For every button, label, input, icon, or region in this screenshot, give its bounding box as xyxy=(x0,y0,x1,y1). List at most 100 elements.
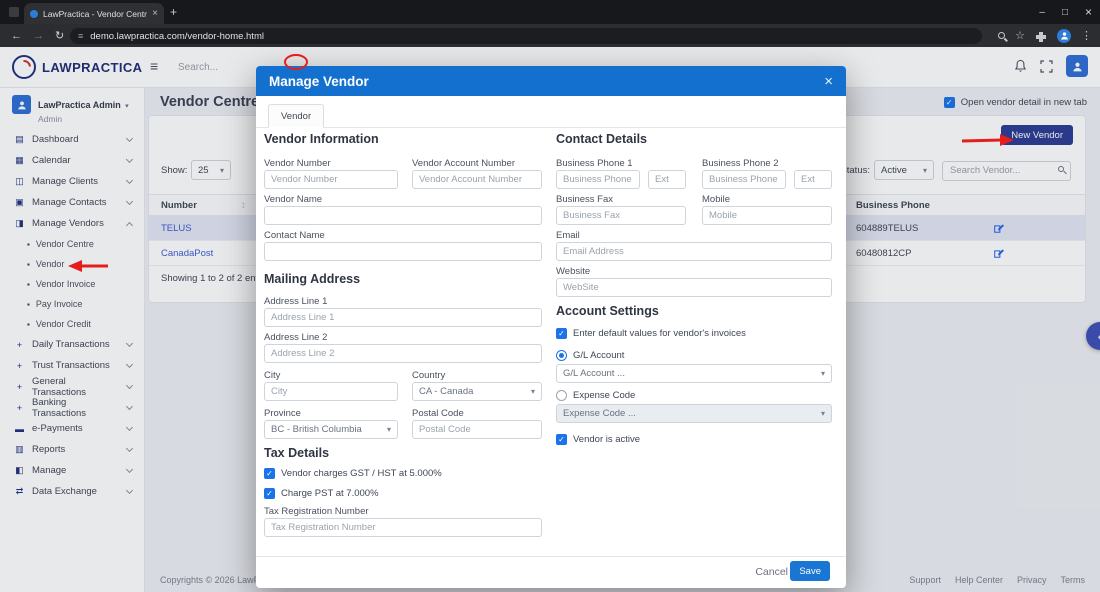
cancel-button[interactable]: Cancel xyxy=(755,566,788,578)
vendor-name-input[interactable] xyxy=(264,206,542,225)
reload-icon[interactable]: ↻ xyxy=(55,29,64,42)
expense-code-label: Expense Code xyxy=(573,390,635,401)
province-select[interactable]: BC - British Columbia ▾ xyxy=(264,420,398,439)
business-fax-input[interactable] xyxy=(556,206,686,225)
bookmark-star-icon[interactable]: ☆ xyxy=(1015,29,1025,42)
business-phone-1-input[interactable] xyxy=(556,170,640,189)
ext-2-input[interactable] xyxy=(794,170,832,189)
pst-checkbox-row[interactable]: ✓ Charge PST at 7.000% xyxy=(264,488,379,499)
contact-name-input[interactable] xyxy=(264,242,542,261)
vendor-number-input[interactable] xyxy=(264,170,398,189)
back-icon[interactable]: ← xyxy=(11,30,22,42)
field-label: Address Line 1 xyxy=(264,296,327,307)
field-label: Vendor Name xyxy=(264,194,322,205)
chevron-down-icon: ▾ xyxy=(531,387,535,396)
modal-footer-divider xyxy=(256,556,846,557)
checkbox-checked-icon[interactable]: ✓ xyxy=(264,468,275,479)
browser-tab[interactable]: LawPractica - Vendor Centre × xyxy=(24,3,164,24)
tab-vendor[interactable]: Vendor xyxy=(268,104,324,128)
extensions-icon[interactable] xyxy=(1035,30,1047,42)
section-heading: Mailing Address xyxy=(264,272,360,286)
modal-tabs: Vendor xyxy=(256,96,846,128)
country-value: CA - Canada xyxy=(419,386,473,397)
postal-code-input[interactable] xyxy=(412,420,542,439)
field-label: Business Phone 1 xyxy=(556,158,633,169)
favicon-icon xyxy=(30,10,38,18)
tax-registration-number-input[interactable] xyxy=(264,518,542,537)
chevron-down-icon: ▾ xyxy=(821,409,825,418)
vendor-account-number-input[interactable] xyxy=(412,170,542,189)
field-label: City xyxy=(264,370,280,381)
forward-icon[interactable]: → xyxy=(33,30,44,42)
field-label: Email xyxy=(556,230,580,241)
tab-title: LawPractica - Vendor Centre xyxy=(43,9,147,19)
ext-1-input[interactable] xyxy=(648,170,686,189)
chevron-down-icon: ▾ xyxy=(387,425,391,434)
field-label: Province xyxy=(264,408,301,419)
modal-header: Manage Vendor × xyxy=(256,66,846,96)
window-maximize-button[interactable]: □ xyxy=(1062,7,1068,18)
field-label: Postal Code xyxy=(412,408,464,419)
screen: LawPractica - Vendor Centre × + – □ × ← … xyxy=(0,0,1100,592)
gl-account-select[interactable]: G/L Account ... ▾ xyxy=(556,364,832,383)
chevron-down-icon: ▾ xyxy=(821,369,825,378)
website-input[interactable] xyxy=(556,278,832,297)
field-label: Business Phone 2 xyxy=(702,158,779,169)
field-label: Address Line 2 xyxy=(264,332,327,343)
browser-profile-avatar[interactable] xyxy=(1057,29,1071,43)
site-info-icon[interactable]: ≡ xyxy=(78,31,83,41)
section-heading: Account Settings xyxy=(556,304,659,318)
field-label: Mobile xyxy=(702,194,730,205)
checkbox-checked-icon[interactable]: ✓ xyxy=(556,328,567,339)
vendor-active-checkbox-row[interactable]: ✓ Vendor is active xyxy=(556,434,640,445)
gst-label: Vendor charges GST / HST at 5.000% xyxy=(281,468,442,479)
expense-code-value: Expense Code ... xyxy=(563,408,636,419)
tab-search-icon[interactable] xyxy=(9,7,19,17)
email-input[interactable] xyxy=(556,242,832,261)
business-phone-2-input[interactable] xyxy=(702,170,786,189)
person-icon xyxy=(1060,31,1069,40)
section-heading: Contact Details xyxy=(556,132,647,146)
vendor-active-label: Vendor is active xyxy=(573,434,640,445)
gl-account-label: G/L Account xyxy=(573,350,624,361)
checkbox-checked-icon[interactable]: ✓ xyxy=(264,488,275,499)
address-bar[interactable]: ≡ demo.lawpractica.com/vendor-home.html xyxy=(70,28,982,44)
expense-code-radio-row[interactable]: Expense Code xyxy=(556,390,635,401)
new-tab-button[interactable]: + xyxy=(170,5,177,19)
gl-account-radio-row[interactable]: G/L Account xyxy=(556,350,624,361)
radio-selected-icon[interactable] xyxy=(556,350,567,361)
field-label: Website xyxy=(556,266,590,277)
field-label: Vendor Account Number xyxy=(412,158,515,169)
field-label: Vendor Number xyxy=(264,158,331,169)
section-heading: Vendor Information xyxy=(264,132,379,146)
browser-tabstrip: LawPractica - Vendor Centre × + – □ × xyxy=(0,0,1100,24)
default-values-label: Enter default values for vendor's invoic… xyxy=(573,328,746,339)
province-value: BC - British Columbia xyxy=(271,424,362,435)
gl-account-value: G/L Account ... xyxy=(563,368,625,379)
checkbox-checked-icon[interactable]: ✓ xyxy=(556,434,567,445)
pst-label: Charge PST at 7.000% xyxy=(281,488,379,499)
mobile-input[interactable] xyxy=(702,206,832,225)
field-label: Business Fax xyxy=(556,194,613,205)
default-values-checkbox-row[interactable]: ✓ Enter default values for vendor's invoi… xyxy=(556,328,746,339)
window-close-button[interactable]: × xyxy=(1085,5,1092,19)
save-button[interactable]: Save xyxy=(790,561,830,581)
radio-unselected-icon[interactable] xyxy=(556,390,567,401)
country-select[interactable]: CA - Canada ▾ xyxy=(412,382,542,401)
section-heading: Tax Details xyxy=(264,446,329,460)
gst-checkbox-row[interactable]: ✓ Vendor charges GST / HST at 5.000% xyxy=(264,468,442,479)
expense-code-select[interactable]: Expense Code ... ▾ xyxy=(556,404,832,423)
tab-close-icon[interactable]: × xyxy=(152,8,158,19)
browser-menu-icon[interactable]: ⋮ xyxy=(1081,29,1092,42)
app: LAWPRACTICA ≡ LawPractica Admin ▾ A xyxy=(0,47,1100,592)
zoom-icon[interactable] xyxy=(998,32,1005,39)
city-input[interactable] xyxy=(264,382,398,401)
manage-vendor-modal: Manage Vendor × Vendor Vendor Informatio… xyxy=(256,66,846,588)
field-label: Country xyxy=(412,370,445,381)
address-line-2-input[interactable] xyxy=(264,344,542,363)
close-icon[interactable]: × xyxy=(824,73,833,90)
window-minimize-button[interactable]: – xyxy=(1039,7,1045,18)
url-text: demo.lawpractica.com/vendor-home.html xyxy=(90,31,264,42)
address-line-1-input[interactable] xyxy=(264,308,542,327)
field-label: Tax Registration Number xyxy=(264,506,369,517)
